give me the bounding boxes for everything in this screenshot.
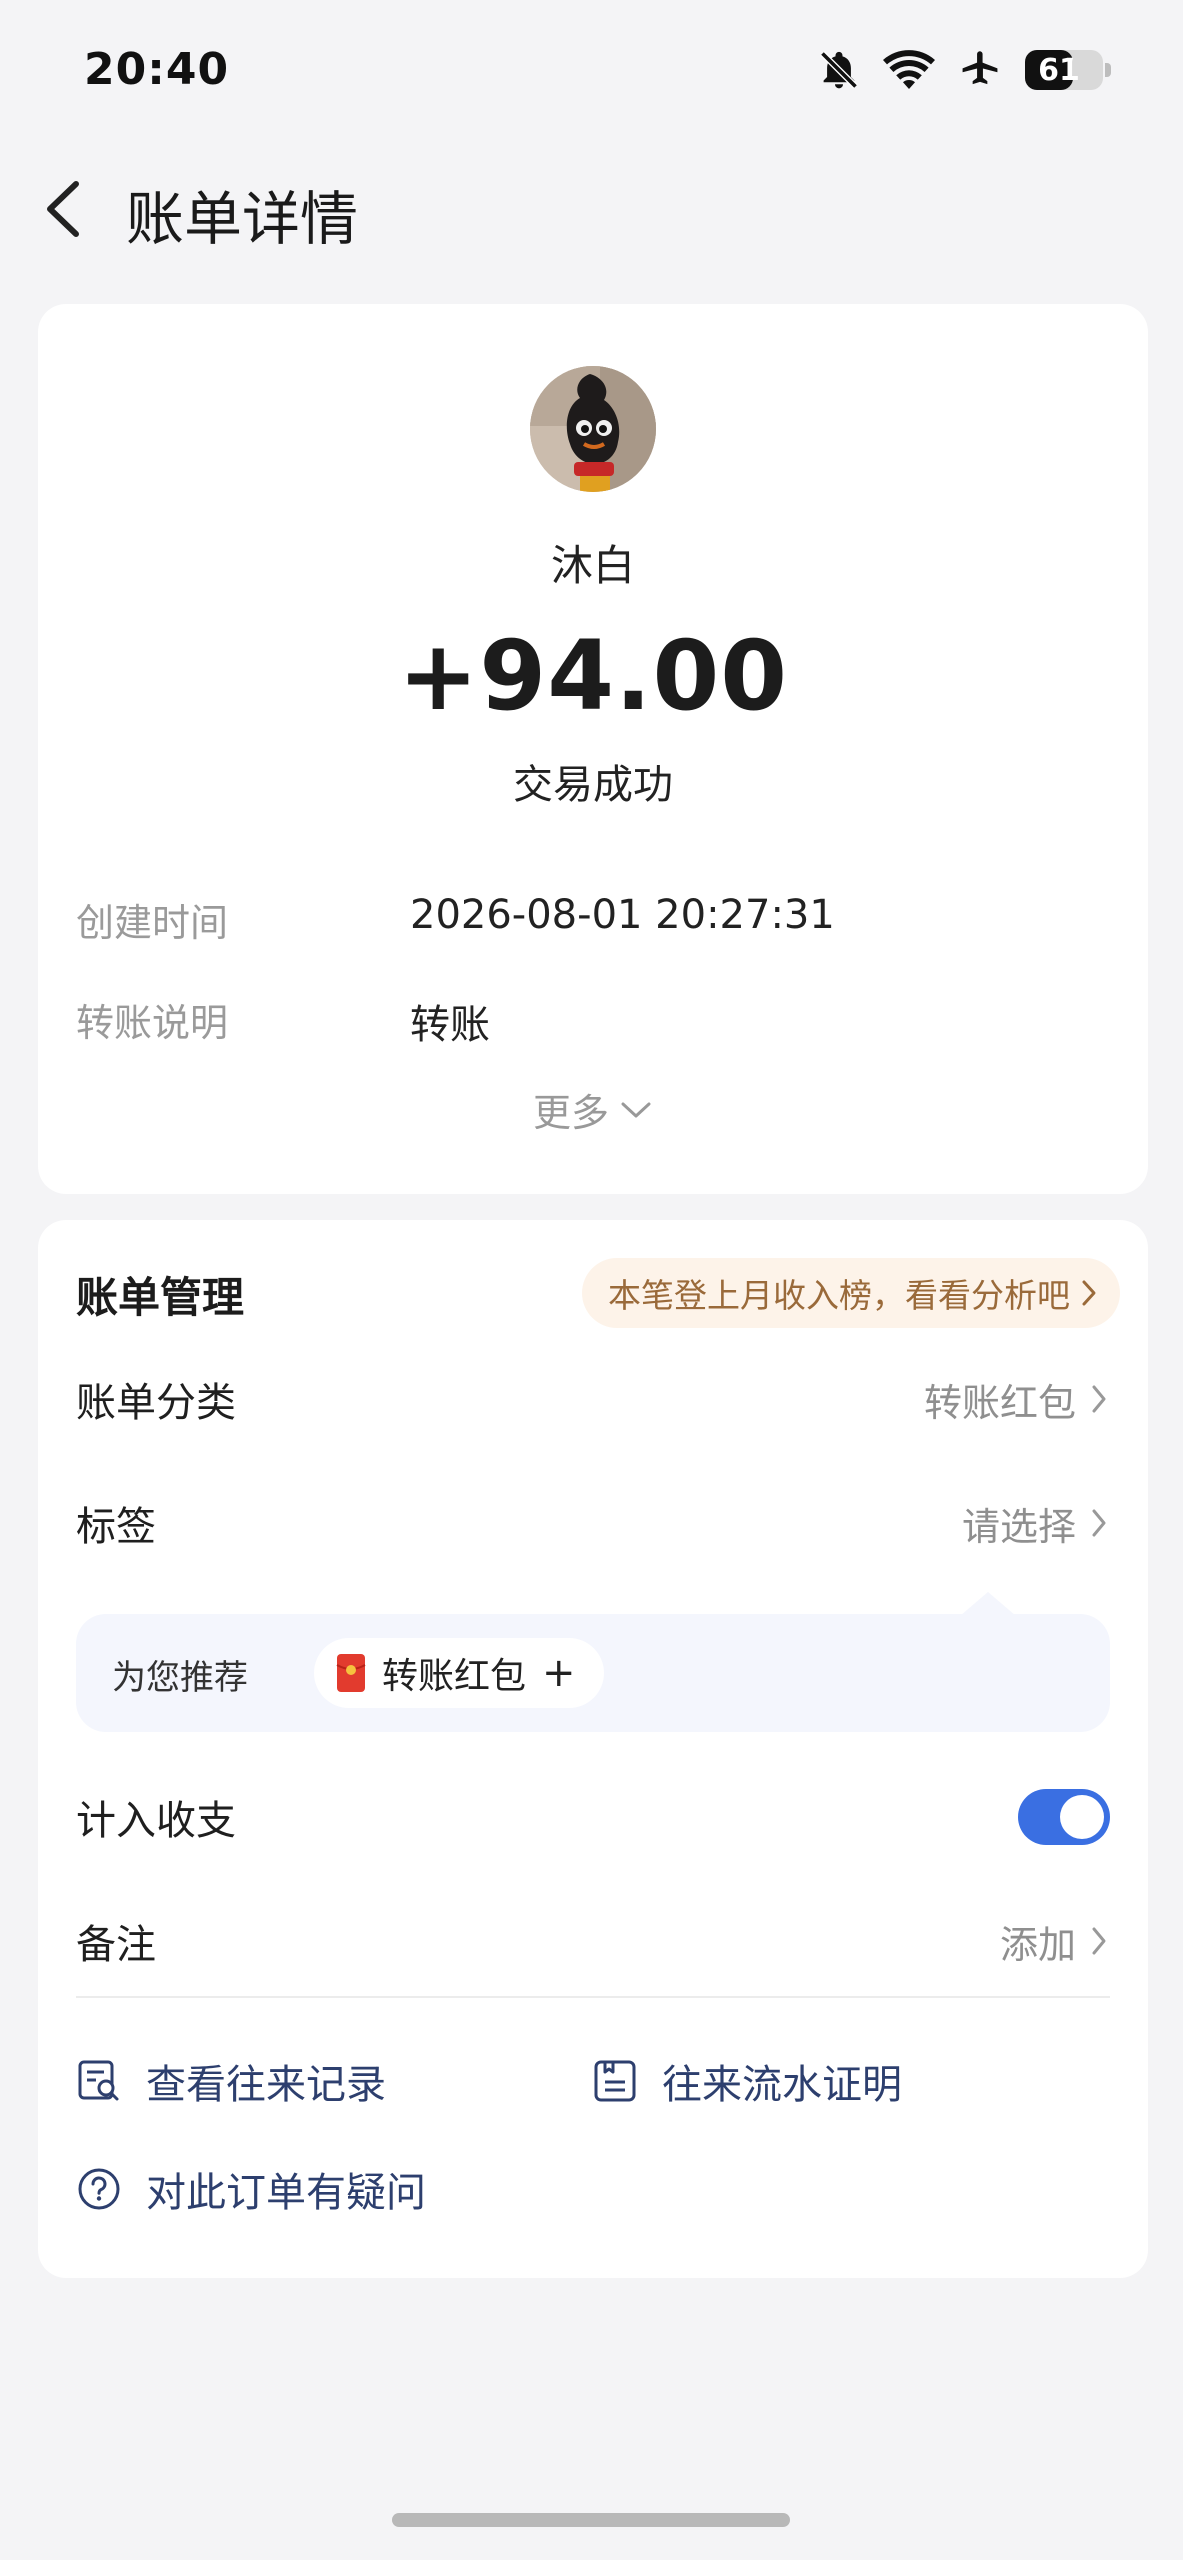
avatar[interactable] bbox=[530, 366, 656, 492]
chevron-right-icon bbox=[1092, 1927, 1106, 1955]
link-label: 往来流水证明 bbox=[662, 2062, 902, 2108]
row-label: 备注 bbox=[76, 1922, 156, 1968]
link-label: 对此订单有疑问 bbox=[146, 2170, 426, 2216]
nav-bar: 账单详情 bbox=[0, 150, 1183, 260]
transaction-proof-link[interactable]: 往来流水证明 bbox=[592, 2052, 902, 2110]
row-value: 转账红包 bbox=[923, 1380, 1076, 1425]
payer-name: 沐白 bbox=[550, 541, 635, 590]
battery-tip bbox=[1105, 63, 1111, 77]
status-bar: 20:40 61 bbox=[0, 0, 1183, 150]
row-label: 账单分类 bbox=[76, 1380, 236, 1426]
home-indicator[interactable] bbox=[392, 2513, 790, 2527]
recommended-tag-chip[interactable]: 转账红包 + bbox=[314, 1638, 604, 1708]
airplane-icon bbox=[962, 51, 998, 85]
chevron-down-icon bbox=[621, 1102, 651, 1117]
bill-category-row[interactable]: 账单分类 转账红包 bbox=[76, 1364, 1110, 1434]
link-label: 查看往来记录 bbox=[146, 2062, 386, 2108]
detail-label: 转账说明 bbox=[76, 1001, 229, 1045]
transaction-status: 交易成功 bbox=[513, 762, 673, 808]
section-title: 账单管理 bbox=[76, 1273, 245, 1322]
record-search-icon bbox=[78, 2060, 119, 2101]
row-value: 添加 bbox=[999, 1922, 1076, 1967]
more-button[interactable]: 更多 bbox=[38, 1082, 1148, 1137]
page-title: 账单详情 bbox=[126, 185, 359, 253]
row-label: 计入收支 bbox=[76, 1798, 236, 1844]
back-button[interactable] bbox=[36, 174, 96, 244]
include-in-stats-row: 计入收支 bbox=[76, 1782, 1110, 1852]
transaction-card: 沐白 +94.00 交易成功 创建时间 2026-08-01 20:27:31 … bbox=[38, 304, 1148, 1194]
avatar-image bbox=[530, 366, 656, 492]
status-time: 20:40 bbox=[84, 44, 230, 95]
detail-row-created-time: 创建时间 2026-08-01 20:27:31 bbox=[76, 892, 1110, 952]
question-icon bbox=[78, 2168, 120, 2210]
view-history-link[interactable]: 查看往来记录 bbox=[76, 2052, 386, 2110]
red-packet-icon bbox=[336, 1654, 366, 1692]
plus-icon: + bbox=[542, 1650, 576, 1696]
detail-row-transfer-note: 转账说明 转账 bbox=[76, 992, 1110, 1052]
order-question-link[interactable]: 对此订单有疑问 bbox=[76, 2160, 426, 2218]
income-ranking-banner[interactable]: 本笔登上月收入榜，看看分析吧 bbox=[582, 1258, 1120, 1328]
tags-row[interactable]: 标签 请选择 bbox=[76, 1488, 1110, 1558]
detail-value: 2026-08-01 20:27:31 bbox=[410, 892, 835, 938]
recommend-label: 为您推荐 bbox=[112, 1658, 248, 1698]
document-icon bbox=[594, 2060, 636, 2102]
chevron-right-icon bbox=[1082, 1280, 1096, 1306]
include-in-stats-toggle[interactable] bbox=[1018, 1789, 1110, 1845]
transaction-amount: +94.00 bbox=[397, 620, 789, 732]
row-label: 标签 bbox=[76, 1504, 156, 1550]
row-value: 请选择 bbox=[961, 1504, 1076, 1549]
recommend-pointer bbox=[960, 1592, 1016, 1616]
chevron-right-icon bbox=[1092, 1509, 1106, 1537]
detail-label: 创建时间 bbox=[76, 901, 229, 945]
remark-row[interactable]: 备注 添加 bbox=[76, 1906, 1110, 1976]
divider bbox=[76, 1996, 1110, 1998]
battery-indicator: 61 bbox=[1025, 50, 1111, 90]
promo-text: 本笔登上月收入榜，看看分析吧 bbox=[608, 1276, 1070, 1315]
chevron-right-icon bbox=[1092, 1385, 1106, 1413]
status-icons: 61 bbox=[817, 48, 1111, 92]
battery-level: 61 bbox=[1038, 52, 1080, 88]
tag-chip-label: 转账红包 bbox=[382, 1656, 527, 1697]
chevron-left-icon bbox=[47, 181, 79, 237]
bill-management-card: 账单管理 本笔登上月收入榜，看看分析吧 账单分类 转账红包 标签 请选择 为您推… bbox=[38, 1220, 1148, 2278]
tag-recommendation-box: 为您推荐 转账红包 + bbox=[76, 1592, 1110, 1732]
more-label: 更多 bbox=[532, 1091, 609, 1135]
detail-value: 转账 bbox=[410, 1002, 490, 1048]
toggle-knob bbox=[1060, 1795, 1104, 1839]
wifi-icon bbox=[883, 50, 935, 89]
bell-off-icon bbox=[820, 51, 858, 89]
